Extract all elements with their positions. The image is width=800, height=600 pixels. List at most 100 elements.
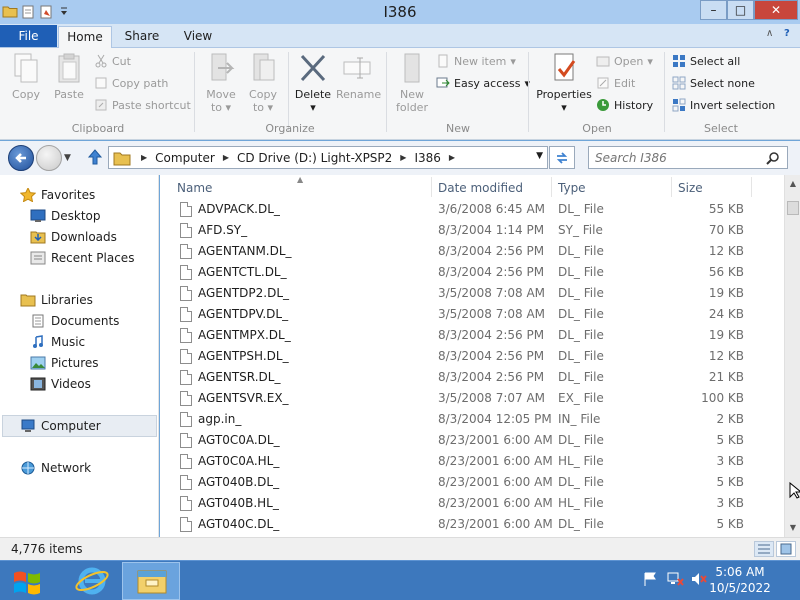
copy-icon [14,53,38,83]
rename-label: Rename [336,88,382,101]
file-row[interactable]: AGENTSVR.EX_ 3/5/2008 7:07 AM EX_ File 100 … [160,388,784,409]
windows-start-icon[interactable] [8,565,48,597]
back-button[interactable] [8,145,34,171]
scrollbar-thumb[interactable] [787,201,799,215]
file-row[interactable]: AGT040B.HL_ 8/23/2001 6:00 AM HL_ File 3 KB [160,493,784,514]
open-button[interactable]: Open ▾ [596,54,653,68]
address-bar[interactable]: ▶ Computer ▶ CD Drive (D:) Light-XPSP2 ▶… [108,146,548,169]
paste-button[interactable]: Paste [50,52,88,101]
cut-button[interactable]: Cut [94,54,131,68]
nav-item-recent-places[interactable]: Recent Places [30,251,134,265]
taskbar-file-explorer-button[interactable] [122,562,180,600]
properties-button[interactable]: Properties ▾ [536,52,592,114]
new-item-button[interactable]: New item ▾ [436,54,516,68]
breadcrumb-cd-drive[interactable]: CD Drive (D:) Light-XPSP2 [235,151,394,165]
nav-item-downloads[interactable]: Downloads [30,230,117,244]
nav-item-libraries[interactable]: Libraries [20,293,93,307]
network-status-icon[interactable] [666,571,684,587]
file-row[interactable]: AGENTPSH.DL_ 8/3/2004 2:56 PM DL_ File 12 K… [160,346,784,367]
nav-item-documents[interactable]: Documents [30,314,119,328]
scroll-down-arrow-icon[interactable]: ▼ [787,521,799,535]
maximize-button[interactable]: □ [727,0,754,20]
ribbon-collapse-button[interactable]: ∧ [766,28,773,39]
invert-selection-button[interactable]: Invert selection [672,98,775,112]
file-row[interactable]: AGENTCTL.DL_ 8/3/2004 2:56 PM DL_ File 56 K… [160,262,784,283]
tab-file[interactable]: File [0,25,57,47]
breadcrumb-separator[interactable]: ▶ [443,153,461,162]
copy-button[interactable]: Copy [8,52,44,101]
file-row[interactable]: agp.in_ 8/3/2004 12:05 PM IN_ File 2 KB [160,409,784,430]
scroll-up-arrow-icon[interactable]: ▲ [787,177,799,191]
column-divider[interactable] [431,177,432,197]
nav-item-favorites[interactable]: Favorites [20,188,95,202]
history-button[interactable]: History [596,98,653,112]
breadcrumb-separator[interactable]: ▶ [217,153,235,162]
details-view-button[interactable] [754,541,774,557]
column-divider[interactable] [751,177,752,197]
invert-selection-label: Invert selection [690,98,776,112]
file-row[interactable]: AGT0C0A.HL_ 8/23/2001 6:00 AM HL_ File 3 KB [160,451,784,472]
file-row[interactable]: AGT0C0A.DL_ 8/23/2001 6:00 AM DL_ File 5 KB [160,430,784,451]
nav-item-videos[interactable]: Videos [30,377,91,391]
file-row[interactable]: AGENTANM.DL_ 8/3/2004 2:56 PM DL_ File 12 K… [160,241,784,262]
move-to-button[interactable]: Move to ▾ [202,52,240,114]
column-header-size[interactable]: Size [678,181,703,195]
breadcrumb-separator[interactable]: ▶ [135,153,153,162]
column-divider[interactable] [551,177,552,197]
column-header-date-modified[interactable]: Date modified [438,181,523,195]
breadcrumb-computer[interactable]: Computer [153,151,217,165]
copy-path-button[interactable]: Copy path [94,76,168,90]
search-input[interactable] [588,146,788,169]
large-icons-view-button[interactable] [776,541,796,557]
internet-explorer-icon[interactable] [70,563,114,599]
nav-item-desktop[interactable]: Desktop [30,209,101,223]
forward-button[interactable] [36,145,62,171]
tab-home[interactable]: Home [58,26,112,48]
select-group-label: Select [704,122,738,135]
copy-path-label: Copy path [112,76,169,90]
column-header-type[interactable]: Type [558,181,586,195]
breadcrumb-i386[interactable]: I386 [412,151,442,165]
tab-view[interactable]: View [172,26,224,48]
move-to-label-1: Move [206,88,236,101]
up-arrow-icon[interactable] [87,148,103,166]
action-center-flag-icon[interactable] [642,571,658,587]
rename-icon [343,57,371,79]
help-button[interactable]: ? [784,28,790,39]
file-row[interactable]: ADVPACK.DL_ 3/6/2008 6:45 AM DL_ File 55 KB [160,199,784,220]
nav-item-pictures[interactable]: Pictures [30,356,99,370]
file-row[interactable]: AGENTDPV.DL_ 3/5/2008 7:08 AM DL_ File 24 K… [160,304,784,325]
select-none-button[interactable]: Select none [672,76,755,90]
file-name: AGT040B.HL_ [198,496,279,510]
search-icon[interactable] [766,151,780,165]
recent-locations-chevron-icon[interactable]: ▼ [64,153,71,163]
close-button[interactable]: ✕ [754,0,798,20]
file-row[interactable]: AGENTDP2.DL_ 3/5/2008 7:08 AM DL_ File 19 K… [160,283,784,304]
nav-item-network[interactable]: Network [20,461,91,475]
refresh-button[interactable] [549,146,575,169]
paste-shortcut-button[interactable]: Paste shortcut [94,98,191,112]
system-clock[interactable]: 5:06 AM 10/5/2022 [690,564,790,596]
file-row[interactable]: AFD.SY_ 8/3/2004 1:14 PM SY_ File 70 KB [160,220,784,241]
edit-button[interactable]: Edit [596,76,635,90]
column-header-name[interactable]: Name [177,181,212,195]
select-all-button[interactable]: Select all [672,54,740,68]
file-icon [180,412,192,427]
file-row[interactable]: AGENTMPX.DL_ 8/3/2004 2:56 PM DL_ File 19 K… [160,325,784,346]
nav-item-music[interactable]: Music [30,335,85,349]
tab-share[interactable]: Share [116,26,168,48]
delete-button[interactable]: Delete ▾ [292,52,334,114]
minimize-button[interactable]: – [700,0,727,20]
easy-access-button[interactable]: Easy access ▾ [436,76,530,90]
address-dropdown-chevron-icon[interactable]: ▼ [536,151,543,161]
nav-item-computer[interactable]: Computer [20,419,101,433]
rename-button[interactable]: Rename [336,52,382,101]
new-folder-button[interactable]: New folder [392,52,432,114]
open-label: Open [614,54,644,68]
file-row[interactable]: AGENTSR.DL_ 8/3/2004 2:56 PM DL_ File 21 KB [160,367,784,388]
copy-to-button[interactable]: Copy to ▾ [244,52,282,114]
file-row[interactable]: AGT040C.DL_ 8/23/2001 6:00 AM DL_ File 5 KB [160,514,784,535]
column-divider[interactable] [671,177,672,197]
file-row[interactable]: AGT040B.DL_ 8/23/2001 6:00 AM DL_ File 5 KB [160,472,784,493]
breadcrumb-separator[interactable]: ▶ [394,153,412,162]
